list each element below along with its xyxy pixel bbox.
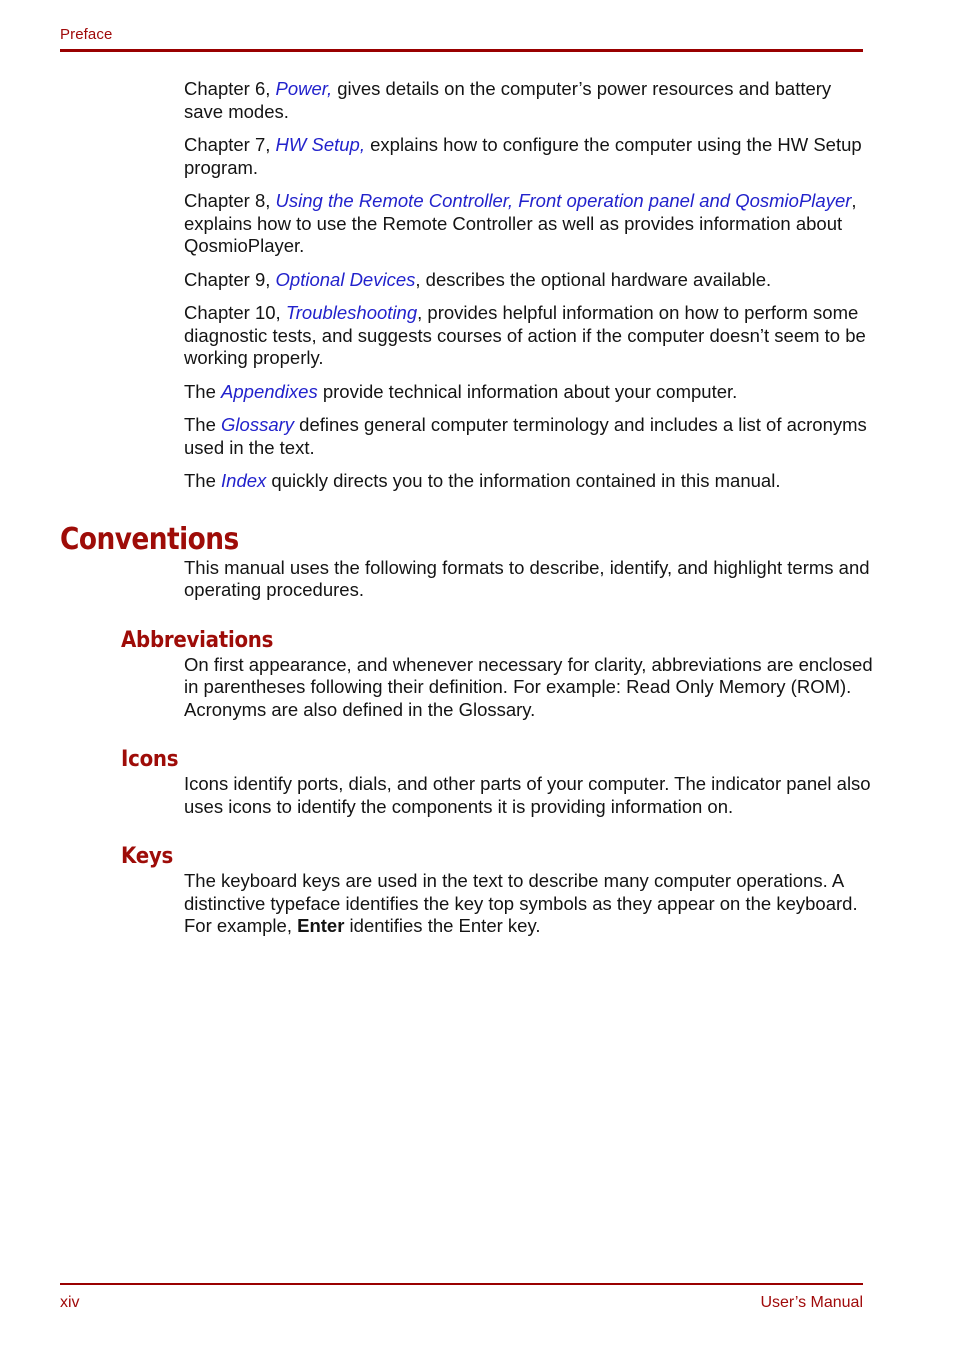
chapter-link-troubleshooting[interactable]: Troubleshooting (286, 302, 417, 323)
paragraph-keys: The keyboard keys are used in the text t… (60, 870, 875, 938)
chapter-link-appendixes[interactable]: Appendixes (221, 381, 318, 402)
document-page: Preface Chapter 6, Power, gives details … (0, 0, 954, 1352)
page-header: Preface (60, 26, 863, 52)
page-footer: xiv User’s Manual (60, 1283, 863, 1312)
paragraph-index: The Index quickly directs you to the inf… (60, 470, 875, 493)
paragraph-lead: The (184, 470, 222, 491)
chapter-link-optional-devices[interactable]: Optional Devices (276, 269, 416, 290)
chapter-link-remote-controller[interactable]: Using the Remote Controller, Front opera… (276, 190, 852, 211)
paragraph-glossary: The Glossary defines general computer te… (60, 414, 875, 459)
paragraph-tail: provide technical information about your… (317, 380, 738, 402)
paragraph-appendixes: The Appendixes provide technical informa… (60, 381, 875, 404)
paragraph-chapter-8: Chapter 8, Using the Remote Controller, … (60, 190, 875, 258)
header-divider-rule (60, 49, 863, 52)
paragraph-lead: Chapter 8, (184, 190, 276, 211)
footer-row: xiv User’s Manual (60, 1293, 863, 1312)
key-name-enter: Enter (297, 915, 345, 936)
paragraph-lead: The (184, 380, 222, 402)
footer-manual-label: User’s Manual (760, 1294, 863, 1311)
chapter-link-index[interactable]: Index (221, 470, 266, 491)
chapter-link-hw-setup[interactable]: HW Setup, (276, 134, 365, 155)
header-chapter-label: Preface (60, 26, 113, 43)
paragraph-tail: quickly directs you to the information c… (266, 470, 781, 491)
subsection-heading-abbreviations: Abbreviations (121, 627, 274, 653)
paragraph-chapter-6: Chapter 6, Power, gives details on the c… (60, 78, 875, 123)
paragraph-abbreviations: On first appearance, and whenever necess… (184, 653, 873, 720)
paragraph-lead: Chapter 9, (184, 268, 276, 290)
paragraph-tail: identifies the Enter key. (344, 915, 541, 936)
page-content: Chapter 6, Power, gives details on the c… (60, 78, 875, 938)
chapter-link-glossary[interactable]: Glossary (221, 414, 294, 435)
subsection-heading-keys: Keys (121, 844, 174, 869)
paragraph-lead: Chapter 6, (184, 78, 276, 99)
paragraph-chapter-10: Chapter 10, Troubleshooting, provides he… (60, 302, 875, 370)
chapter-link-power[interactable]: Power, (276, 78, 333, 99)
subsection-heading-icons: Icons (121, 747, 179, 772)
section-heading-conventions: Conventions (60, 521, 239, 557)
paragraph-chapter-7: Chapter 7, HW Setup, explains how to con… (60, 134, 875, 179)
paragraph-lead: Chapter 7, (184, 134, 276, 155)
paragraph-conventions-intro: This manual uses the following formats t… (184, 556, 870, 601)
paragraph-lead: The (184, 414, 222, 435)
footer-divider-rule (60, 1283, 863, 1285)
paragraph-tail: , describes the optional hardware availa… (415, 268, 772, 290)
paragraph-chapter-9: Chapter 9, Optional Devices, describes t… (60, 269, 875, 292)
paragraph-lead: Chapter 10, (184, 302, 286, 323)
paragraph-icons: Icons identify ports, dials, and other p… (184, 773, 871, 817)
footer-page-number: xiv (60, 1294, 80, 1311)
